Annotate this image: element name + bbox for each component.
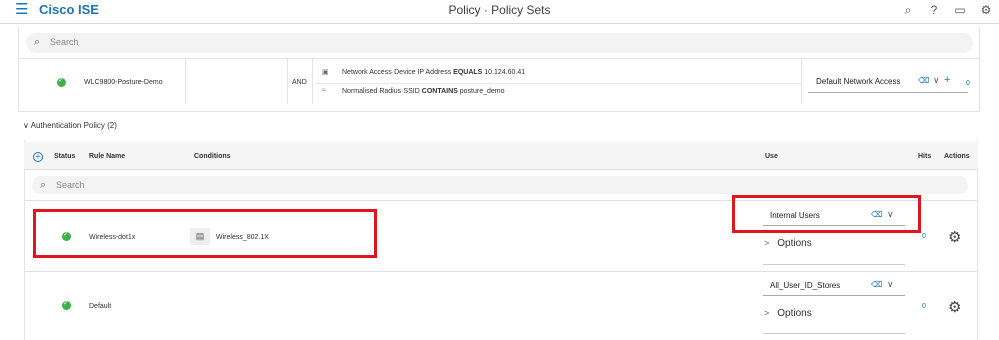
search-placeholder: Search bbox=[50, 37, 79, 47]
settings-icon[interactable]: ⚙ bbox=[979, 3, 993, 17]
chevron-down-icon[interactable]: ∨ bbox=[887, 279, 894, 290]
search-icon: ⌕ bbox=[40, 179, 47, 191]
options-divider bbox=[763, 264, 905, 265]
rule-name[interactable]: Default bbox=[89, 303, 111, 310]
page-title: Policy · Policy Sets bbox=[448, 3, 551, 17]
policy-set-search[interactable]: ⌕ Search bbox=[26, 33, 973, 53]
chevron-right-icon: > bbox=[764, 308, 770, 318]
col-hits: Hits bbox=[918, 153, 932, 160]
policy-set-name: WLC9800-Posture-Demo bbox=[84, 79, 163, 86]
search-placeholder: Search bbox=[56, 180, 85, 190]
rule-search[interactable]: ⌕ Search bbox=[32, 176, 968, 194]
top-bar: ☰ Cisco ISE Policy · Policy Sets ⌕ ? ▭ ⚙ bbox=[0, 0, 999, 24]
allowed-protocols-select[interactable]: Default Network Access ⌫ ∨ + bbox=[808, 70, 968, 93]
section-label: Authentication Policy (2) bbox=[30, 121, 117, 130]
rule-hits: 0 bbox=[922, 303, 926, 310]
add-rule-icon[interactable]: + bbox=[33, 152, 43, 162]
help-icon[interactable]: ? bbox=[927, 3, 941, 17]
identity-source-value: All_User_ID_Stores bbox=[770, 281, 841, 290]
gear-icon[interactable]: ⚙ bbox=[948, 228, 961, 246]
status-enabled-icon[interactable] bbox=[62, 299, 71, 310]
condition-2: Normalised Radius·SSID CONTAINS posture_… bbox=[342, 88, 505, 95]
col-status: Status bbox=[54, 153, 76, 160]
search-icon: ⌕ bbox=[34, 36, 41, 48]
divider bbox=[185, 58, 186, 104]
header-actions: ⌕ ? ▭ ⚙ bbox=[901, 3, 993, 17]
chevron-down-icon[interactable]: ∨ bbox=[933, 75, 940, 86]
options-toggle[interactable]: > Options bbox=[764, 308, 812, 319]
device-icon: ▣ bbox=[322, 69, 329, 76]
identity-source-select[interactable]: All_User_ID_Stores ⌫ ∨ bbox=[763, 276, 905, 296]
clear-icon[interactable]: ⌫ bbox=[918, 76, 929, 85]
wifi-icon: ≈ bbox=[322, 87, 326, 94]
chevron-right-icon: > bbox=[764, 238, 770, 248]
highlight-box-rule bbox=[33, 209, 377, 258]
divider bbox=[312, 58, 313, 104]
table-header: + Status Rule Name Conditions Use Hits A… bbox=[24, 142, 978, 170]
options-label: Options bbox=[777, 238, 812, 249]
condition-separator bbox=[316, 83, 801, 84]
col-use: Use bbox=[765, 153, 778, 160]
search-icon[interactable]: ⌕ bbox=[901, 3, 915, 17]
row-divider bbox=[24, 271, 978, 272]
status-enabled-icon[interactable] bbox=[57, 76, 66, 87]
highlight-box-use bbox=[732, 195, 921, 233]
col-conditions: Conditions bbox=[194, 153, 231, 160]
condition-1: Network Access·Device IP Address EQUALS … bbox=[342, 69, 526, 76]
divider bbox=[287, 58, 288, 104]
clear-icon[interactable]: ⌫ bbox=[871, 280, 882, 289]
condition-operator: AND bbox=[292, 79, 307, 86]
options-toggle[interactable]: > Options bbox=[764, 238, 812, 249]
allowed-protocols-value: Default Network Access bbox=[816, 77, 901, 86]
col-actions: Actions bbox=[944, 153, 970, 160]
rule-hits: 0 bbox=[922, 233, 926, 240]
divider bbox=[801, 58, 802, 104]
gear-icon[interactable]: ⚙ bbox=[948, 298, 961, 316]
add-icon[interactable]: + bbox=[944, 74, 950, 86]
policy-set-hits: 0 bbox=[966, 80, 970, 87]
notifications-icon[interactable]: ▭ bbox=[953, 3, 967, 17]
col-rule-name: Rule Name bbox=[89, 153, 126, 160]
options-divider bbox=[763, 333, 905, 334]
authentication-policy-toggle[interactable]: ∨ Authentication Policy (2) bbox=[23, 121, 117, 130]
options-label: Options bbox=[777, 308, 812, 319]
